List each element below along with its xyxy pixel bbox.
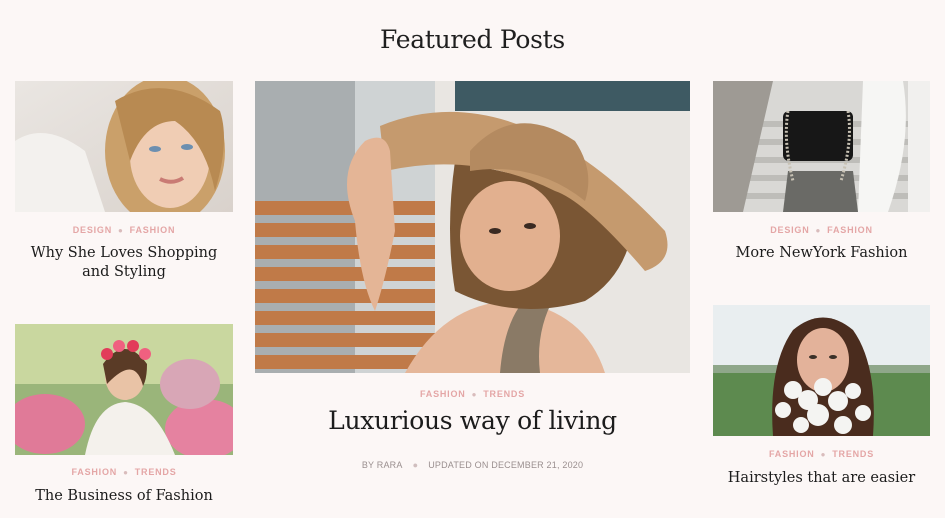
woman-flower-crown-image — [15, 324, 233, 455]
post-categories: DESIGN ● FASHION — [15, 225, 233, 235]
post-title[interactable]: Hairstyles that are easier — [713, 469, 930, 488]
woman-portrait-image — [15, 81, 233, 212]
separator-dot: ● — [815, 226, 822, 235]
updated-date: UPDATED ON DECEMBER 21, 2020 — [428, 460, 584, 470]
post-title[interactable]: The Business of Fashion — [15, 487, 233, 506]
separator-dot: ● — [471, 390, 478, 399]
separator-dot: ● — [118, 226, 124, 235]
category-link[interactable]: TRENDS — [135, 467, 177, 477]
woman-hat-image — [255, 81, 690, 373]
handbag-street-image — [713, 81, 930, 212]
category-link[interactable]: TRENDS — [832, 449, 874, 459]
section-title: Featured Posts — [380, 24, 565, 54]
separator-dot: ● — [123, 468, 129, 477]
featured-post-categories: FASHION ● TRENDS — [255, 389, 690, 399]
post-thumbnail-business[interactable] — [15, 324, 233, 455]
category-link[interactable]: TRENDS — [483, 389, 525, 399]
post-title[interactable]: More NewYork Fashion — [713, 244, 930, 263]
separator-dot: ● — [820, 450, 827, 459]
post-thumbnail-hairstyles[interactable] — [713, 305, 930, 436]
category-link[interactable]: FASHION — [71, 467, 117, 477]
post-categories: FASHION ● TRENDS — [15, 467, 233, 477]
post-categories: DESIGN ● FASHION — [713, 225, 930, 235]
category-link[interactable]: FASHION — [130, 225, 176, 235]
woman-bouquet-image — [713, 305, 930, 436]
author-link[interactable]: BY RARA — [362, 460, 403, 470]
category-link[interactable]: DESIGN — [73, 225, 112, 235]
post-thumbnail-shopping[interactable] — [15, 81, 233, 212]
category-link[interactable]: FASHION — [827, 225, 873, 235]
category-link[interactable]: DESIGN — [770, 225, 809, 235]
featured-post-image-link[interactable] — [255, 81, 690, 373]
separator-dot: ● — [412, 460, 419, 470]
category-link[interactable]: FASHION — [420, 389, 466, 399]
post-categories: FASHION ● TRENDS — [713, 449, 930, 459]
featured-post-meta: BY RARA ● UPDATED ON DECEMBER 21, 2020 — [255, 460, 690, 470]
featured-post-title[interactable]: Luxurious way of living — [255, 406, 690, 435]
post-title[interactable]: Why She Loves Shopping and Styling — [15, 244, 233, 282]
post-thumbnail-newyork[interactable] — [713, 81, 930, 212]
category-link[interactable]: FASHION — [769, 449, 815, 459]
